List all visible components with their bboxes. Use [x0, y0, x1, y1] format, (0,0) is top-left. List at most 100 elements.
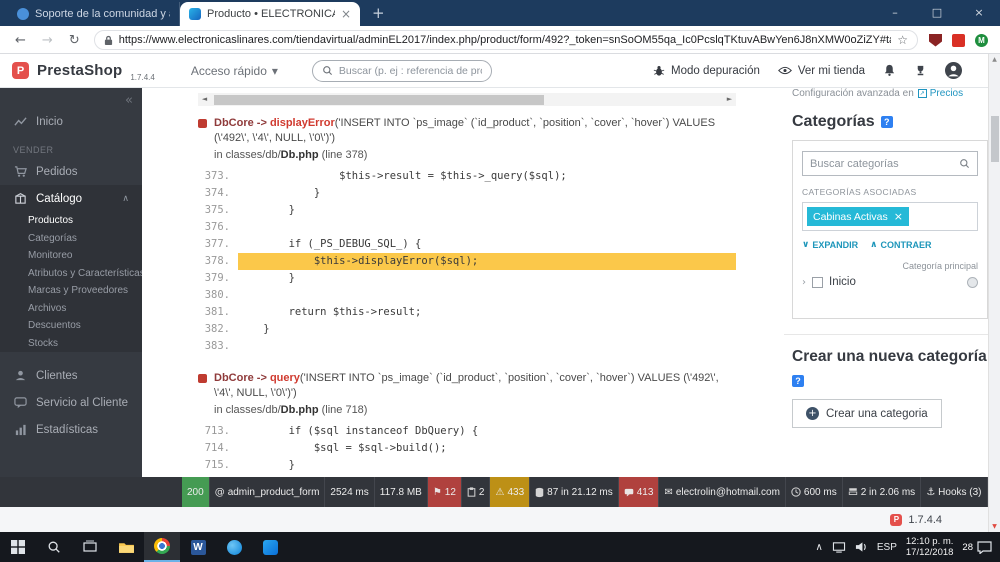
- scroll-left-icon[interactable]: ◄: [198, 93, 211, 106]
- profiler-hooks[interactable]: ⚓ Hooks (3): [921, 477, 987, 507]
- tab-close-icon[interactable]: ×: [341, 7, 351, 21]
- reload-icon[interactable]: ↻: [62, 33, 87, 48]
- display-icon[interactable]: [832, 541, 846, 553]
- cart-icon: [13, 165, 27, 178]
- profiler-mailer[interactable]: ✉ electrolin@hotmail.com: [659, 477, 785, 507]
- category-search-input[interactable]: [810, 158, 953, 170]
- code-line: 376.: [198, 219, 736, 236]
- sidebar-item-estadisticas[interactable]: Estadísticas: [0, 416, 142, 443]
- task-view-icon[interactable]: [72, 532, 108, 562]
- tab-favicon: [17, 8, 29, 20]
- horizontal-scrollbar[interactable]: ◄ ►: [198, 93, 736, 106]
- category-checkbox[interactable]: [812, 277, 823, 288]
- vertical-scrollbar[interactable]: ▲ ▼: [988, 54, 1000, 532]
- profiler-deprecations[interactable]: ⚠ 433: [490, 477, 530, 507]
- caret-down-icon: ▾: [272, 64, 278, 78]
- expand-link[interactable]: ∨ EXPANDIR: [802, 240, 858, 250]
- debug-mode-indicator[interactable]: Modo depuración: [653, 65, 760, 77]
- chip-remove-icon[interactable]: ×: [894, 210, 903, 223]
- scroll-down-icon[interactable]: ▼: [989, 523, 1000, 530]
- avatar[interactable]: [945, 62, 962, 79]
- code-line: 380.: [198, 287, 736, 304]
- profiler-exceptions[interactable]: ⚑ 12: [428, 477, 462, 507]
- admin-search[interactable]: [312, 60, 492, 82]
- chevron-right-icon[interactable]: ›: [802, 277, 806, 288]
- taskbar-search-icon[interactable]: [36, 532, 72, 562]
- sidebar-item-catalogo[interactable]: Catálogo ∧: [0, 185, 142, 212]
- browser-tab-active[interactable]: Producto • ELECTRONICAS LINA ×: [180, 2, 360, 26]
- quick-access-menu[interactable]: Acceso rápido ▾: [191, 64, 278, 78]
- profiler-translations[interactable]: 413: [619, 477, 660, 507]
- sidebar-subitem-atributos[interactable]: Atributos y Características: [0, 265, 142, 283]
- app-taskbar-icon-1[interactable]: [216, 532, 252, 562]
- view-shop-link[interactable]: Ver mi tienda: [778, 65, 865, 77]
- sidebar-item-inicio[interactable]: Inicio: [0, 108, 142, 135]
- profiler-route[interactable]: @ admin_product_form: [210, 477, 326, 507]
- category-tree-item[interactable]: › Inicio: [802, 276, 978, 288]
- extension-pdf-icon[interactable]: [952, 34, 965, 47]
- scroll-up-icon[interactable]: ▲: [989, 56, 1000, 63]
- browser-tab-inactive[interactable]: Soporte de la comunidad y ayud: [8, 2, 180, 26]
- code-listing: 713. if ($sql instanceof DbQuery) { 714.…: [198, 423, 736, 474]
- debug-location: in classes/db/Db.php (line 378): [214, 149, 736, 161]
- language-indicator[interactable]: ESP: [877, 542, 897, 553]
- sidebar-subitem-productos[interactable]: Productos: [0, 212, 142, 230]
- debug-location: in classes/db/Db.php (line 718): [214, 404, 736, 416]
- back-icon[interactable]: ←: [8, 33, 33, 48]
- help-icon[interactable]: ?: [881, 116, 893, 128]
- action-center[interactable]: 28: [962, 541, 992, 554]
- profiler-cache[interactable]: 2 in 2.06 ms: [843, 477, 921, 507]
- taskbar-clock[interactable]: 12:10 p. m. 17/12/2018: [906, 536, 954, 558]
- window-maximize-button[interactable]: □: [916, 0, 958, 26]
- main-category-radio[interactable]: [967, 277, 978, 288]
- scrollbar-thumb[interactable]: [991, 116, 999, 162]
- start-button[interactable]: [0, 532, 36, 562]
- chevron-down-icon: ∨: [802, 240, 809, 250]
- file-explorer-icon[interactable]: [108, 532, 144, 562]
- create-category-button[interactable]: + Crear una categoria: [792, 399, 942, 428]
- database-icon: [535, 487, 544, 498]
- code-listing: 373. $this->result = $this->_query($sql)…: [198, 168, 736, 355]
- admin-search-input[interactable]: [339, 65, 482, 77]
- extension-shield-icon[interactable]: [929, 34, 942, 47]
- window-controls: – □ ×: [874, 0, 1000, 26]
- profiler-ajax[interactable]: 600 ms: [786, 477, 843, 507]
- sidebar-item-servicio[interactable]: Servicio al Cliente: [0, 389, 142, 416]
- bell-icon[interactable]: [883, 64, 896, 77]
- word-taskbar-icon[interactable]: W: [180, 532, 216, 562]
- sidebar-subitem-monitoreo[interactable]: Monitoreo: [0, 247, 142, 265]
- trophy-icon[interactable]: [914, 64, 927, 77]
- volume-icon[interactable]: [855, 541, 868, 553]
- category-tags-field[interactable]: Cabinas Activas ×: [802, 202, 978, 231]
- scrollbar-thumb[interactable]: [214, 95, 544, 105]
- forward-icon[interactable]: →: [35, 33, 60, 48]
- sidebar-item-pedidos[interactable]: Pedidos: [0, 158, 142, 185]
- app-taskbar-icon-2[interactable]: [252, 532, 288, 562]
- bookmark-star-icon[interactable]: ☆: [897, 33, 908, 47]
- category-search[interactable]: [802, 151, 978, 176]
- profiler-db-queries[interactable]: 87 in 21.12 ms: [530, 477, 619, 507]
- profiler-forms[interactable]: 2: [462, 477, 491, 507]
- url-bar[interactable]: https://www.electronicaslinares.com/tien…: [94, 30, 918, 50]
- new-tab-button[interactable]: +: [360, 4, 397, 22]
- profiler-memory[interactable]: 117.8 MB: [375, 477, 428, 507]
- precios-link[interactable]: ↗ Precios: [918, 88, 963, 99]
- sidebar-collapse-icon[interactable]: «: [0, 91, 142, 108]
- sidebar-subitem-archivos[interactable]: Archivos: [0, 300, 142, 318]
- window-close-button[interactable]: ×: [958, 0, 1000, 26]
- tray-expand-icon[interactable]: ∧: [816, 542, 823, 553]
- profiler-status[interactable]: 200: [182, 477, 210, 507]
- sidebar-subitem-marcas[interactable]: Marcas y Proveedores: [0, 282, 142, 300]
- collapse-link[interactable]: ∧ CONTRAER: [870, 240, 931, 250]
- chrome-taskbar-icon[interactable]: [144, 532, 180, 562]
- sidebar-item-clientes[interactable]: Clientes: [0, 362, 142, 389]
- profiler-time[interactable]: 2524 ms: [325, 477, 374, 507]
- sidebar-subitem-categorias[interactable]: Categorías: [0, 230, 142, 248]
- window-minimize-button[interactable]: –: [874, 0, 916, 26]
- browser-addressbar: ← → ↻ https://www.electronicaslinares.co…: [0, 26, 1000, 54]
- sidebar-subitem-descuentos[interactable]: Descuentos: [0, 317, 142, 335]
- sidebar-subitem-stocks[interactable]: Stocks: [0, 335, 142, 353]
- help-icon[interactable]: ?: [792, 375, 804, 387]
- scroll-right-icon[interactable]: ►: [723, 93, 736, 106]
- extension-m-icon[interactable]: M: [975, 34, 988, 47]
